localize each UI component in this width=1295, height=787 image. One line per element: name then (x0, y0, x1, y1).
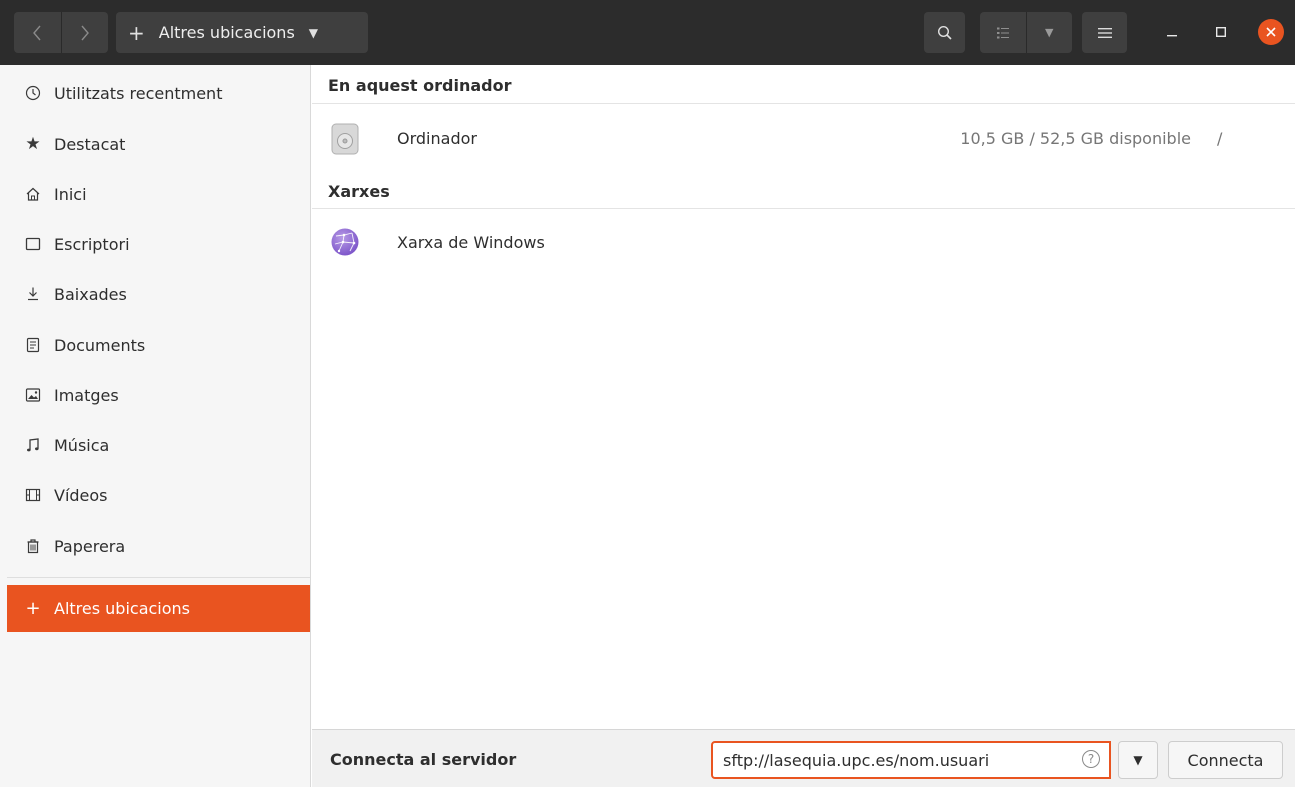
sidebar-item-label: Baixades (54, 284, 127, 304)
sidebar-item-music[interactable]: Música (7, 420, 310, 470)
location-row-windows-network[interactable]: Xarxa de Windows (312, 215, 1295, 269)
sidebar-item-starred[interactable]: ★ Destacat (7, 119, 310, 169)
close-icon (1266, 27, 1276, 37)
sidebar-item-pictures[interactable]: Imatges (7, 370, 310, 420)
connect-to-server-label: Connecta al servidor (330, 750, 517, 769)
sidebar-item-label: Altres ubicacions (54, 599, 191, 618)
view-options-group: ▼ (980, 12, 1072, 53)
chevron-left-icon (33, 25, 41, 40)
search-icon (937, 25, 952, 40)
connect-to-server-bar: Connecta al servidor ? ▼ Connecta (312, 729, 1295, 787)
location-name: Ordinador (397, 128, 477, 148)
video-icon (23, 485, 43, 505)
header-bar: + Altres ubicacions ▼ ▼ (0, 0, 1295, 65)
sidebar-item-documents[interactable]: Documents (7, 320, 310, 370)
dropdown-arrow-icon: ▼ (1133, 753, 1143, 767)
sidebar-item-trash[interactable]: Paperera (7, 521, 310, 571)
other-locations-view: En aquest ordinador Ordinador 10,5 GB / … (312, 65, 1295, 729)
forward-button[interactable] (60, 12, 109, 53)
sidebar-item-label: Inici (54, 184, 87, 204)
dropdown-arrow-icon: ▼ (1045, 26, 1054, 39)
section-divider (312, 208, 1295, 209)
sidebar-item-videos[interactable]: Vídeos (7, 470, 310, 520)
close-button[interactable] (1258, 19, 1284, 45)
music-icon (23, 435, 43, 455)
sidebar-item-label: Escriptori (54, 234, 130, 254)
sidebar-item-recent[interactable]: Utilitzats recentment (7, 68, 310, 118)
sidebar-item-label: Imatges (54, 385, 119, 405)
disk-usage: 10,5 GB / 52,5 GB disponible (960, 128, 1191, 148)
document-icon (23, 335, 43, 355)
recent-servers-dropdown[interactable]: ▼ (1118, 741, 1158, 779)
chevron-right-icon (81, 25, 89, 40)
sidebar-item-desktop[interactable]: Escriptori (7, 219, 310, 269)
navigation-buttons (14, 12, 108, 53)
location-row-computer[interactable]: Ordinador 10,5 GB / 52,5 GB disponible / (312, 111, 1295, 165)
back-button[interactable] (14, 12, 61, 53)
view-options-dropdown[interactable]: ▼ (1025, 12, 1073, 53)
drive-icon (330, 123, 360, 155)
list-view-icon (996, 27, 1009, 38)
location-path-button[interactable]: + Altres ubicacions ▼ (116, 12, 368, 53)
search-button[interactable] (924, 12, 965, 53)
minimize-button[interactable] (1160, 20, 1184, 44)
menu-button[interactable] (1082, 12, 1127, 53)
sidebar-item-label: Música (54, 435, 110, 455)
sidebar-item-label: Destacat (54, 134, 126, 154)
plus-icon: + (25, 598, 41, 619)
sidebar-item-label: Vídeos (54, 485, 108, 505)
plus-icon: + (128, 20, 145, 45)
maximize-button[interactable] (1209, 20, 1233, 44)
star-icon: ★ (25, 134, 41, 154)
section-divider (312, 103, 1295, 104)
trash-icon (23, 536, 43, 556)
connect-button[interactable]: Connecta (1168, 741, 1283, 779)
minimize-icon (1167, 35, 1177, 37)
download-icon (23, 284, 43, 304)
server-address-input[interactable] (711, 741, 1111, 779)
sidebar-item-label: Utilitzats recentment (54, 83, 223, 103)
location-label: Altres ubicacions (158, 23, 295, 42)
location-name: Xarxa de Windows (397, 232, 545, 252)
network-globe-icon (330, 227, 360, 257)
sidebar-item-label: Paperera (54, 536, 126, 556)
dropdown-arrow-icon: ▼ (308, 25, 319, 40)
sidebar-item-other-locations[interactable]: + Altres ubicacions (7, 585, 310, 632)
desktop-icon (23, 234, 43, 254)
image-icon (23, 385, 43, 405)
sidebar: Utilitzats recentment ★ Destacat Inici E… (0, 65, 311, 787)
sidebar-item-downloads[interactable]: Baixades (7, 269, 310, 319)
section-title: En aquest ordinador (328, 76, 512, 95)
sidebar-item-home[interactable]: Inici (7, 169, 310, 219)
sidebar-divider (7, 577, 310, 578)
clock-icon (23, 83, 43, 103)
hamburger-menu-icon (1097, 27, 1112, 38)
help-icon[interactable]: ? (1082, 750, 1100, 768)
home-icon (23, 184, 43, 204)
maximize-icon (1216, 27, 1226, 37)
list-view-button[interactable] (980, 12, 1026, 53)
section-title: Xarxes (328, 182, 390, 201)
mount-point: / (1217, 128, 1223, 148)
sidebar-item-label: Documents (54, 335, 146, 355)
